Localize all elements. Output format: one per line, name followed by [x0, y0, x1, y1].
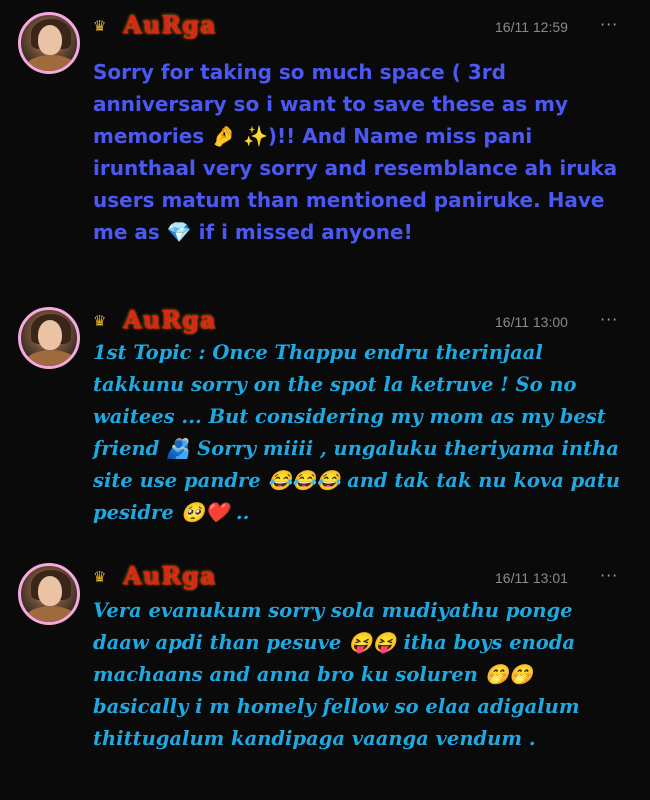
message-header: ♛ AuRga 16/11 13:00 ···: [93, 305, 633, 337]
timestamp: 16/11 13:00: [495, 314, 568, 330]
avatar-shoulder: [25, 55, 77, 71]
crown-icon: ♛: [93, 17, 107, 35]
message-text: Vera evanukum sorry sola mudiyathu ponge…: [93, 599, 580, 750]
avatar[interactable]: [18, 563, 80, 625]
avatar-face: [38, 576, 62, 606]
more-options-icon[interactable]: ···: [600, 16, 618, 34]
timestamp: 16/11 13:01: [495, 570, 568, 586]
message-header: ♛ AuRga 16/11 12:59 ···: [93, 10, 633, 42]
avatar-shoulder: [25, 350, 77, 366]
avatar[interactable]: [18, 307, 80, 369]
avatar-shoulder: [25, 606, 77, 622]
more-options-icon[interactable]: ···: [600, 311, 618, 329]
message-text: 1st Topic : Once Thappu endru therinjaal…: [93, 341, 621, 524]
avatar-face: [38, 25, 62, 55]
timestamp: 16/11 12:59: [495, 19, 568, 35]
message-text: Sorry for taking so much space ( 3rd ann…: [93, 60, 618, 244]
avatar[interactable]: [18, 12, 80, 74]
crown-icon: ♛: [93, 312, 107, 330]
username[interactable]: AuRga: [123, 305, 216, 335]
message-header: ♛ AuRga 16/11 13:01 ···: [93, 561, 633, 593]
avatar-face: [38, 320, 62, 350]
username[interactable]: AuRga: [123, 10, 216, 40]
more-options-icon[interactable]: ···: [600, 567, 618, 585]
username[interactable]: AuRga: [123, 561, 216, 591]
crown-icon: ♛: [93, 568, 107, 586]
